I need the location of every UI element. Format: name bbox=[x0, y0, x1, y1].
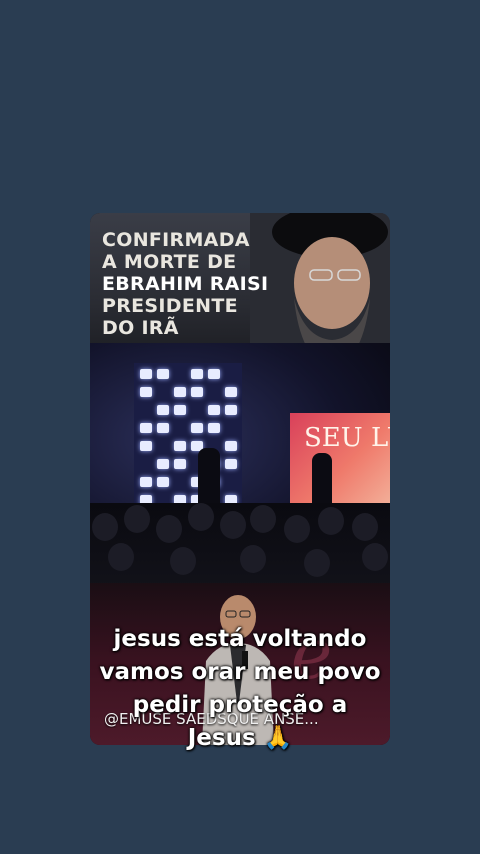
app-screen: CONFIRMADA A MORTE DE EBRAHIM RAISI PRES… bbox=[0, 0, 480, 854]
led-light bbox=[140, 369, 152, 379]
led-light bbox=[140, 387, 152, 397]
led-light bbox=[225, 441, 237, 451]
led-light bbox=[174, 459, 186, 469]
stage-sign-text: SEU LUG bbox=[304, 423, 390, 453]
led-light bbox=[157, 405, 169, 415]
led-light bbox=[157, 477, 169, 487]
led-light bbox=[140, 423, 152, 433]
headline-line: CONFIRMADA bbox=[102, 229, 250, 251]
led-light bbox=[157, 459, 169, 469]
led-light bbox=[225, 387, 237, 397]
led-light bbox=[174, 405, 186, 415]
led-light bbox=[225, 405, 237, 415]
led-light bbox=[157, 369, 169, 379]
caption-line: pedir proteção a bbox=[132, 692, 348, 718]
headline-line: A MORTE DE bbox=[102, 251, 237, 273]
caption-line: vamos orar meu povo bbox=[99, 659, 381, 685]
led-light bbox=[191, 423, 203, 433]
headline-line: PRESIDENTE bbox=[102, 295, 238, 317]
led-light bbox=[140, 477, 152, 487]
led-light bbox=[191, 387, 203, 397]
headline-line: EBRAHIM RAISI bbox=[102, 273, 269, 295]
news-banner: CONFIRMADA A MORTE DE EBRAHIM RAISI PRES… bbox=[90, 213, 390, 398]
led-light bbox=[191, 369, 203, 379]
led-light bbox=[208, 423, 220, 433]
caption-line: jesus está voltando bbox=[113, 626, 367, 652]
led-light bbox=[225, 459, 237, 469]
headline-line: DO IRÃ bbox=[102, 317, 179, 339]
led-wall bbox=[134, 363, 242, 513]
caption-line: Jesus 🙏 bbox=[187, 725, 293, 751]
video-caption: jesus está voltando vamos orar meu povo … bbox=[60, 623, 420, 755]
led-light bbox=[157, 423, 169, 433]
led-light bbox=[208, 369, 220, 379]
led-light bbox=[174, 441, 186, 451]
led-light bbox=[174, 387, 186, 397]
led-light bbox=[140, 441, 152, 451]
led-light bbox=[208, 405, 220, 415]
news-headline: CONFIRMADA A MORTE DE EBRAHIM RAISI PRES… bbox=[102, 229, 292, 339]
